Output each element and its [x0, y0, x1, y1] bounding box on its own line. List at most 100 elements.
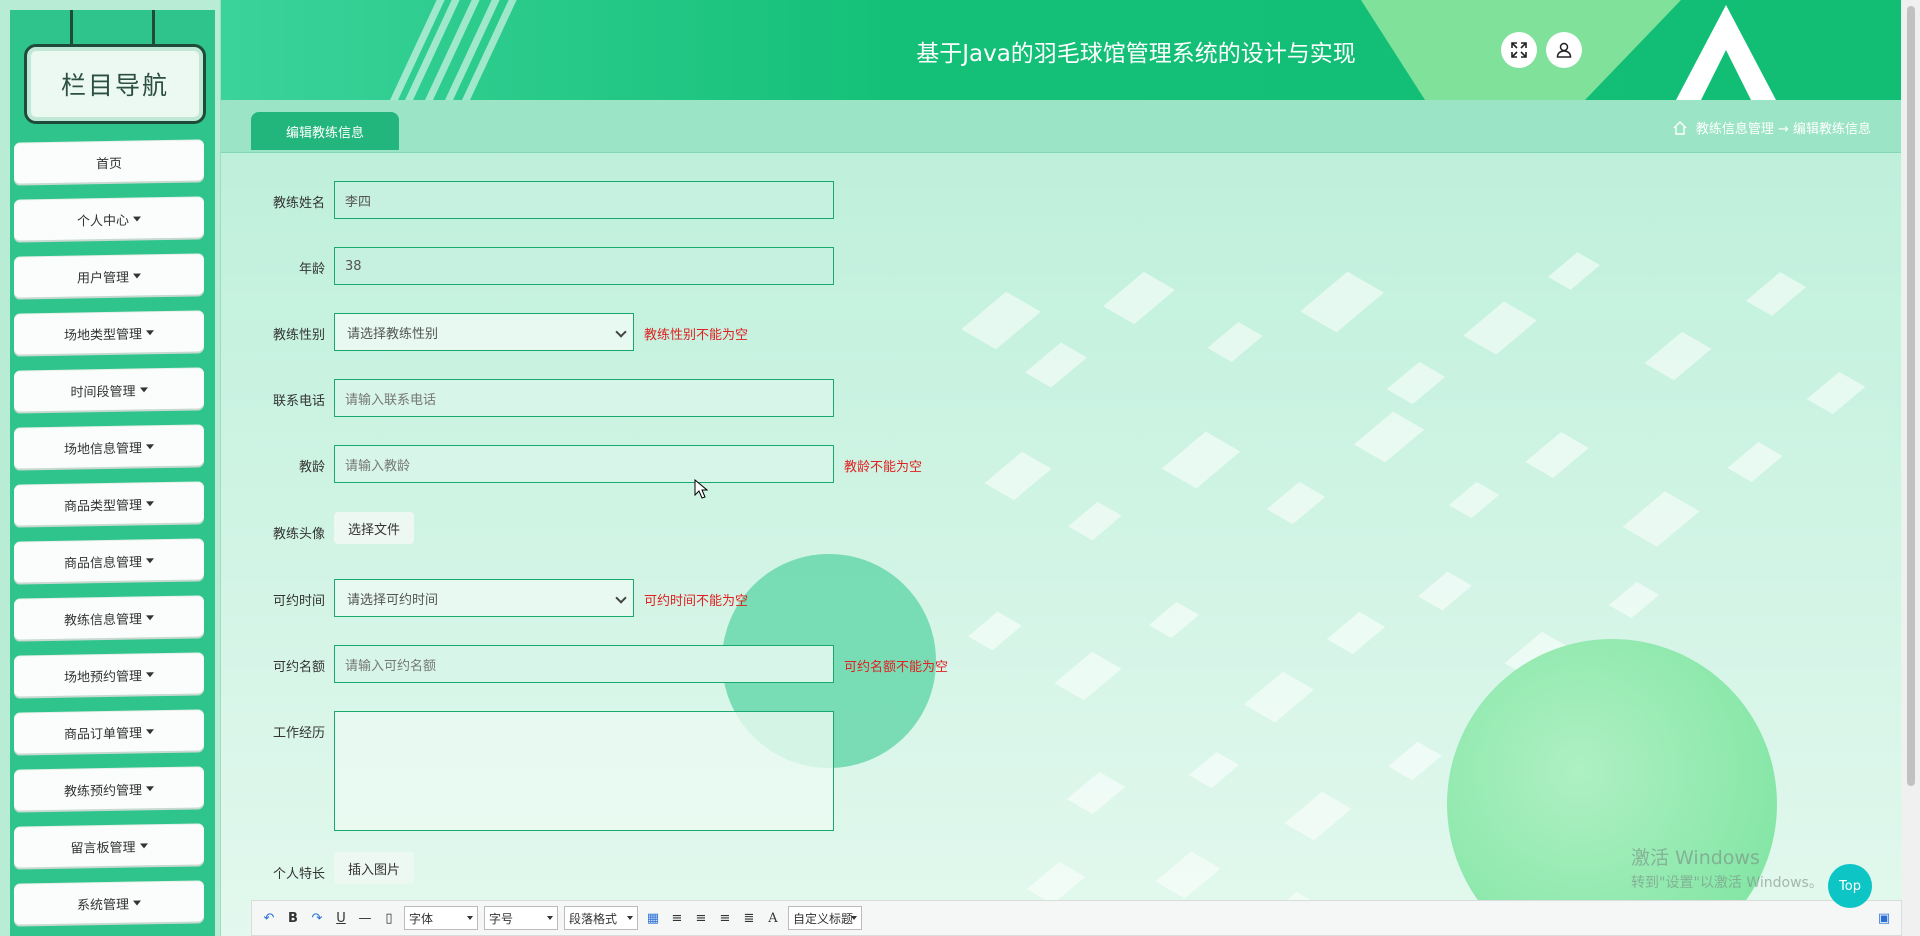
coach-name-input[interactable]: 李四 — [334, 181, 834, 219]
caret-down-icon — [146, 329, 154, 335]
gender-select[interactable]: 请选择教练性别 — [334, 313, 634, 351]
experience-textarea[interactable] — [334, 711, 834, 831]
tab-bar: 编辑教练信息 教练信息管理 → 编辑教练信息 — [221, 100, 1901, 153]
background-shard — [1284, 791, 1352, 841]
background-shard — [961, 291, 1041, 350]
font-color-button[interactable]: A — [764, 911, 782, 926]
available-time-select[interactable]: 请选择可约时间 — [334, 579, 634, 617]
underline-button[interactable]: U — [332, 911, 350, 926]
sidebar-item-label: 个人中心 — [76, 213, 129, 230]
available-time-label: 可约时间 — [272, 594, 325, 609]
sidebar-title-text: 栏目导航 — [60, 71, 169, 100]
phone-input[interactable]: 请输入联系电话 — [334, 379, 834, 417]
sidebar-title: 栏目导航 — [24, 44, 206, 124]
background-shard — [1386, 361, 1446, 405]
caret-down-icon — [146, 728, 154, 734]
age-input[interactable]: 38 — [334, 247, 834, 285]
caret-down-icon — [146, 614, 154, 620]
sidebar-item[interactable]: 场地信息管理 — [14, 425, 204, 469]
custom-title-select[interactable]: 自定义标题 — [788, 906, 862, 930]
caret-down-icon — [146, 557, 154, 563]
background-shard — [1644, 331, 1712, 381]
redo-icon[interactable]: ↷ — [308, 911, 326, 926]
sidebar-item-label: 用户管理 — [76, 270, 129, 287]
years-error: 教龄不能为空 — [844, 460, 923, 475]
background-shard — [1025, 342, 1087, 388]
home-icon[interactable] — [1672, 120, 1688, 136]
windows-activation-watermark: 激活 Windows 转到"设置"以激活 Windows。 — [1631, 843, 1823, 892]
background-shard — [1066, 771, 1126, 815]
undo-icon[interactable]: ↶ — [260, 911, 278, 926]
sidebar-item-label: 留言板管理 — [70, 840, 136, 857]
sidebar-item[interactable]: 商品信息管理 — [14, 539, 204, 583]
background-shard — [1103, 271, 1175, 325]
sign-rope-right — [152, 10, 155, 46]
sidebar-item[interactable]: 场地类型管理 — [14, 311, 204, 355]
user-icon — [1556, 42, 1572, 58]
sidebar-item[interactable]: 用户管理 — [14, 254, 204, 298]
font-select[interactable]: 字体 — [404, 906, 478, 930]
align-left-icon[interactable]: ≡ — [668, 911, 686, 926]
sidebar-item[interactable]: 个人中心 — [14, 197, 204, 241]
tab-edit-coach[interactable]: 编辑教练信息 — [251, 112, 399, 150]
age-label: 年龄 — [298, 262, 325, 277]
sidebar-item[interactable]: 教练信息管理 — [14, 596, 204, 640]
sidebar-item[interactable]: 留言板管理 — [14, 824, 204, 868]
quota-label: 可约名额 — [272, 660, 325, 675]
years-input[interactable]: 请输入教龄 — [334, 445, 834, 483]
caret-down-icon — [146, 785, 154, 791]
caret-down-icon — [146, 671, 154, 677]
years-label: 教龄 — [298, 460, 325, 475]
site-title: 基于Java的羽毛球馆管理系统的设计与实现 — [916, 41, 1356, 67]
breadcrumb: 教练信息管理 → 编辑教练信息 — [1672, 118, 1871, 137]
phone-label: 联系电话 — [272, 394, 325, 409]
sidebar-item[interactable]: 时间段管理 — [14, 368, 204, 412]
sidebar-item-label: 教练预约管理 — [63, 782, 142, 800]
background-shard — [1525, 431, 1589, 479]
caret-down-icon — [139, 842, 148, 848]
background-shard — [1155, 851, 1221, 899]
background-shard — [1326, 611, 1386, 655]
horizontal-rule-icon[interactable]: — — [356, 911, 374, 926]
insert-image-button[interactable]: 插入图片 — [334, 852, 414, 884]
background-shard — [1068, 501, 1122, 541]
choose-file-button[interactable]: 选择文件 — [334, 512, 414, 544]
align-right-icon[interactable]: ≡ — [692, 911, 710, 926]
align-center-icon[interactable]: ≡ — [716, 911, 734, 926]
fullscreen-button[interactable] — [1501, 32, 1537, 68]
sidebar-item-label: 系统管理 — [76, 897, 129, 914]
sidebar-item[interactable]: 教练预约管理 — [14, 767, 204, 811]
background-shard — [1243, 671, 1315, 723]
available-time-select-value: 请选择可约时间 — [347, 592, 439, 608]
source-code-icon[interactable]: ▣ — [1875, 911, 1893, 926]
background-shard — [1727, 442, 1783, 482]
background-shard — [1418, 571, 1472, 611]
document-icon[interactable]: ▯ — [380, 911, 398, 926]
align-justify-icon[interactable]: ≣ — [740, 911, 758, 926]
quota-input[interactable]: 请输入可约名额 — [334, 645, 834, 683]
background-shard — [1548, 252, 1600, 290]
sidebar-item[interactable]: 场地预约管理 — [14, 653, 204, 697]
sidebar-item[interactable]: 商品订单管理 — [14, 710, 204, 754]
scrollbar[interactable] — [1902, 0, 1920, 936]
sidebar-item[interactable]: 首页 — [14, 140, 204, 184]
user-button[interactable] — [1546, 32, 1582, 68]
sidebar-item[interactable]: 商品类型管理 — [14, 482, 204, 526]
chevron-down-icon — [615, 592, 627, 604]
paragraph-select[interactable]: 段落格式 — [564, 906, 638, 930]
sign-rope-left — [70, 10, 73, 46]
sidebar-item[interactable]: 系统管理 — [14, 881, 204, 925]
header: 基于Java的羽毛球馆管理系统的设计与实现 — [221, 0, 1901, 100]
bold-button[interactable]: B — [284, 911, 302, 926]
sidebar-item-label: 教练信息管理 — [63, 611, 142, 629]
scrollbar-thumb[interactable] — [1907, 6, 1915, 786]
font-size-select[interactable]: 字号 — [484, 906, 558, 930]
table-icon[interactable]: ▦ — [644, 911, 662, 926]
background-shard — [1622, 491, 1700, 547]
breadcrumb-path[interactable]: 教练信息管理 → 编辑教练信息 — [1696, 118, 1871, 137]
background-shard — [1266, 481, 1326, 525]
background-shard — [1188, 751, 1240, 789]
back-to-top-button[interactable]: Top — [1828, 864, 1872, 908]
background-shard — [1054, 651, 1122, 701]
experience-label: 工作经历 — [272, 726, 325, 741]
